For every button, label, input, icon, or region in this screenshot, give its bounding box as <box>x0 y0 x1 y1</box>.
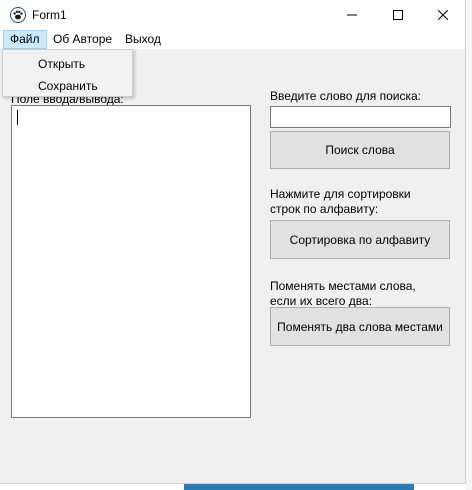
menu-exit[interactable]: Выход <box>119 30 167 49</box>
menu-about[interactable]: Об Авторе <box>47 30 118 49</box>
desktop-background <box>466 0 472 490</box>
sort-label-line1: Нажмите для сортировки <box>270 187 411 201</box>
text-caret <box>17 110 18 125</box>
menu-save[interactable]: Сохранить <box>38 79 98 93</box>
maximize-button[interactable] <box>375 0 421 30</box>
search-input[interactable] <box>270 106 451 128</box>
close-icon <box>438 10 448 20</box>
window-title: Form1 <box>32 8 67 22</box>
file-dropdown-menu: Открыть Сохранить <box>2 49 133 97</box>
main-window: Form1 Файл Об Авторе Выход Поле ввода/вы… <box>0 0 466 484</box>
sort-label-line2: строк по алфавиту: <box>270 202 379 216</box>
menu-open[interactable]: Открыть <box>38 57 85 71</box>
io-textarea[interactable] <box>11 105 251 418</box>
maximize-icon <box>393 10 403 20</box>
search-button[interactable]: Поиск слова <box>270 131 450 169</box>
swap-label-line1: Поменять местами слова, <box>270 279 416 293</box>
title-bar[interactable]: Form1 <box>0 0 465 30</box>
swap-button[interactable]: Поменять два слова местами <box>270 307 450 346</box>
menu-file[interactable]: Файл <box>3 30 47 49</box>
sort-button[interactable]: Сортировка по алфавиту <box>270 220 450 259</box>
app-paw-icon <box>10 7 26 23</box>
taskbar-edge <box>184 484 414 490</box>
search-label: Введите слово для поиска: <box>270 89 422 103</box>
minimize-button[interactable] <box>329 0 375 30</box>
menu-bar: Файл Об Авторе Выход <box>0 30 465 49</box>
close-button[interactable] <box>420 0 466 30</box>
minimize-icon <box>347 14 357 16</box>
